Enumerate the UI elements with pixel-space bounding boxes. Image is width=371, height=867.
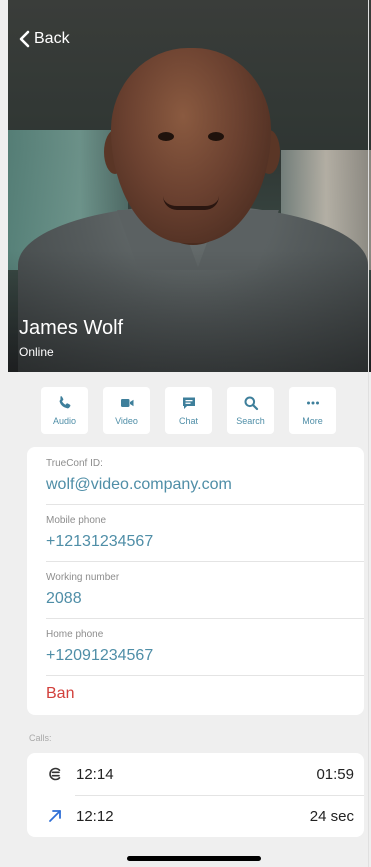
search-button[interactable]: Search xyxy=(227,387,274,434)
mobile-phone-row[interactable]: Mobile phone +12131234567 xyxy=(27,504,364,561)
search-icon xyxy=(244,396,258,411)
call-history-item[interactable]: 12:14 01:59 xyxy=(27,753,364,795)
more-label: More xyxy=(302,416,323,426)
missed-call-icon xyxy=(46,765,64,783)
phone-icon xyxy=(59,396,70,409)
chat-label: Chat xyxy=(178,416,198,426)
call-time: 12:14 xyxy=(76,765,114,783)
edge-divider xyxy=(368,0,369,867)
audio-label: Audio xyxy=(52,416,77,426)
trueconf-id-row[interactable]: TrueConf ID: wolf@video.company.com xyxy=(27,447,364,504)
calls-section-label: Calls: xyxy=(29,733,52,743)
ban-row[interactable]: Ban xyxy=(27,675,364,715)
back-button[interactable]: Back xyxy=(18,30,70,48)
working-number-title: Working number xyxy=(46,572,120,583)
home-phone-title: Home phone xyxy=(46,629,104,640)
photo-eye-left xyxy=(158,132,174,141)
calls-list: 12:14 01:59 12:12 24 sec xyxy=(27,753,364,837)
photo-bottom-shade xyxy=(8,250,371,372)
outgoing-call-arrow-icon xyxy=(46,807,64,825)
chevron-left-icon xyxy=(19,30,30,48)
trueconf-id-value[interactable]: wolf@video.company.com xyxy=(46,469,364,504)
call-time: 12:12 xyxy=(76,807,114,825)
chat-bubble-icon xyxy=(182,397,195,409)
ellipsis-icon xyxy=(306,401,319,405)
call-duration: 24 sec xyxy=(309,807,354,825)
video-camera-icon xyxy=(120,399,133,407)
home-phone-value[interactable]: +12091234567 xyxy=(46,640,364,675)
action-bar: Audio Video Chat Search More xyxy=(41,387,336,434)
trueconf-id-title: TrueConf ID: xyxy=(46,458,103,469)
photo-mouth xyxy=(163,196,219,210)
call-duration: 01:59 xyxy=(316,765,354,783)
working-number-row[interactable]: Working number 2088 xyxy=(27,561,364,618)
contact-status: Online xyxy=(19,345,54,359)
mobile-phone-value[interactable]: +12131234567 xyxy=(46,526,364,561)
audio-call-button[interactable]: Audio xyxy=(41,387,88,434)
working-number-value[interactable]: 2088 xyxy=(46,583,364,618)
more-button[interactable]: More xyxy=(289,387,336,434)
mobile-phone-title: Mobile phone xyxy=(46,515,107,526)
video-label: Video xyxy=(115,416,138,426)
contact-name: James Wolf xyxy=(19,317,124,339)
back-label: Back xyxy=(34,30,70,47)
home-phone-row[interactable]: Home phone +12091234567 xyxy=(27,618,364,675)
call-history-item[interactable]: 12:12 24 sec xyxy=(27,795,364,837)
ban-button[interactable]: Ban xyxy=(46,675,364,713)
chat-button[interactable]: Chat xyxy=(165,387,212,434)
search-label: Search xyxy=(236,416,265,426)
contact-info-card: TrueConf ID: wolf@video.company.com Mobi… xyxy=(27,447,364,715)
video-call-button[interactable]: Video xyxy=(103,387,150,434)
home-indicator[interactable] xyxy=(127,856,261,861)
photo-eye-right xyxy=(208,132,224,141)
